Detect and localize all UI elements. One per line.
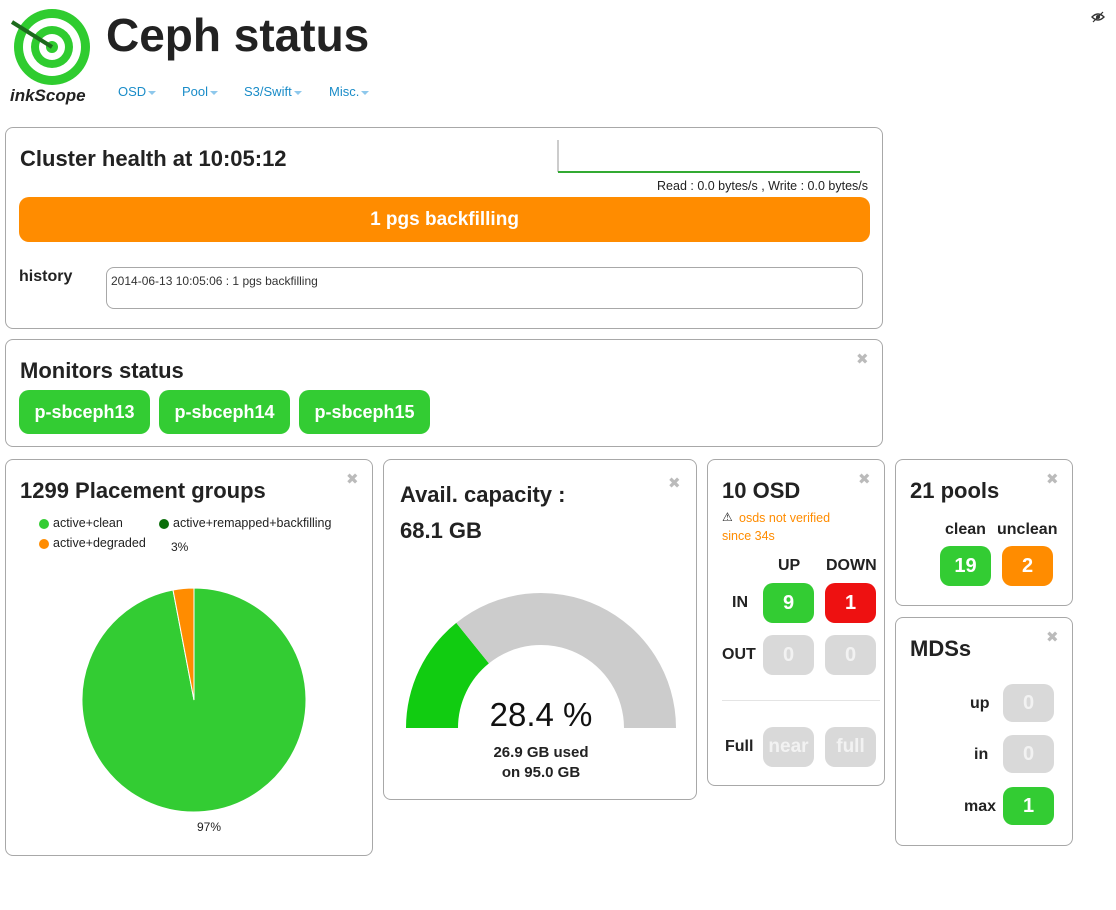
osd-near-value: near <box>768 736 809 757</box>
history-label: history <box>19 268 73 285</box>
capacity-total: on 95.0 GB <box>501 764 581 781</box>
pools-panel: ✖ 21 pools clean unclean 19 2 <box>895 459 1073 606</box>
osd-in-down-value: 1 <box>844 592 857 614</box>
io-sparkline <box>557 140 860 173</box>
health-status-bar: 1 pgs backfilling <box>19 197 870 242</box>
monitor-name: p-sbceph14 <box>174 402 275 422</box>
osd-row-full: Full <box>725 738 754 755</box>
legend-label-clean: active+clean <box>53 516 123 530</box>
chevron-down-icon <box>210 90 219 95</box>
legend-swatch-clean <box>39 519 49 529</box>
history-box[interactable]: 2014-06-13 10:05:06 : 1 pgs backfilling <box>106 267 863 309</box>
capacity-panel: ✖ Avail. capacity : 68.1 GB 28.4 % 26.9 … <box>383 459 697 800</box>
divider <box>722 700 880 701</box>
osd-in-up-value: 9 <box>782 592 795 614</box>
nav-s3-label: S3/Swift <box>244 84 292 99</box>
osd-col-up: UP <box>778 557 801 574</box>
osd-in-down[interactable]: 1 <box>825 583 876 623</box>
legend-swatch-backfilling <box>159 519 169 529</box>
osd-warning-since: since 34s <box>722 529 775 543</box>
osd-full[interactable]: full <box>825 727 876 767</box>
nav-misc[interactable]: Misc. <box>329 84 370 99</box>
mds-max-count[interactable]: 1 <box>1003 787 1054 825</box>
mds-up-label: up <box>970 695 990 712</box>
cluster-health-title: Cluster health at 10:05:12 <box>20 146 287 171</box>
nav-s3-swift[interactable]: S3/Swift <box>244 84 302 99</box>
osd-title: 10 OSD <box>722 478 801 503</box>
nav-pool[interactable]: Pool <box>182 84 219 99</box>
history-entry: 2014-06-13 10:05:06 : 1 pgs backfilling <box>111 274 318 288</box>
nav-osd-label: OSD <box>118 84 147 99</box>
pools-clean-label: clean <box>945 521 986 538</box>
capacity-percent: 28.4 % <box>489 696 593 733</box>
osd-col-down: DOWN <box>826 557 877 574</box>
close-icon[interactable]: ✖ <box>346 470 359 488</box>
pools-title: 21 pools <box>910 478 1000 503</box>
close-icon[interactable]: ✖ <box>1046 470 1059 488</box>
osd-out-down[interactable]: 0 <box>825 635 876 675</box>
osd-out-up-value: 0 <box>782 644 795 666</box>
capacity-available: 68.1 GB <box>400 518 482 543</box>
nav-pool-label: Pool <box>182 84 209 99</box>
osd-full-value: full <box>836 736 865 757</box>
warning-icon: ⚠ <box>722 510 733 524</box>
placement-groups-panel: ✖ 1299 Placement groups active+clean act… <box>5 459 373 856</box>
osd-warning: osds not verified <box>739 511 831 525</box>
monitor-name: p-sbceph13 <box>34 402 135 422</box>
mds-up-value: 0 <box>1022 692 1035 714</box>
osd-panel: ✖ 10 OSD ⚠ osds not verified since 34s U… <box>707 459 885 786</box>
close-icon[interactable]: ✖ <box>668 474 681 492</box>
pie-label-small: 3% <box>171 540 189 554</box>
pools-unclean-value: 2 <box>1021 555 1034 577</box>
capacity-title: Avail. capacity : <box>400 482 566 507</box>
logo[interactable]: inkScope <box>8 4 96 108</box>
mds-up-count[interactable]: 0 <box>1003 684 1054 722</box>
mds-in-label: in <box>974 746 989 763</box>
mds-max-value: 1 <box>1022 795 1035 817</box>
mds-panel: ✖ MDSs up 0 in 0 max 1 <box>895 617 1073 846</box>
chevron-down-icon <box>148 90 157 95</box>
mds-max-label: max <box>964 798 997 815</box>
pools-clean-count[interactable]: 19 <box>940 546 991 586</box>
pgs-title: 1299 Placement groups <box>20 478 266 503</box>
logo-target-icon <box>10 9 90 85</box>
mds-in-value: 0 <box>1022 743 1035 765</box>
close-icon[interactable]: ✖ <box>858 470 871 488</box>
eye-icon[interactable] <box>1091 10 1105 28</box>
logo-text: inkScope <box>10 86 86 105</box>
monitor-badge[interactable]: p-sbceph13 <box>19 390 150 434</box>
osd-near-full[interactable]: near <box>763 727 814 767</box>
nav-misc-label: Misc. <box>329 84 360 99</box>
pgs-pie-chart <box>81 587 307 813</box>
close-icon[interactable]: ✖ <box>1046 628 1059 646</box>
health-status-text: 1 pgs backfilling <box>370 209 519 230</box>
io-rate-text: Read : 0.0 bytes/s , Write : 0.0 bytes/s <box>657 179 868 193</box>
chevron-down-icon <box>293 90 302 95</box>
mds-in-count[interactable]: 0 <box>1003 735 1054 773</box>
page-title: Ceph status <box>106 9 370 61</box>
monitor-badge[interactable]: p-sbceph14 <box>159 390 290 434</box>
legend-swatch-degraded <box>39 539 49 549</box>
mds-title: MDSs <box>910 636 972 661</box>
nav-osd[interactable]: OSD <box>118 84 157 99</box>
monitor-name: p-sbceph15 <box>314 402 415 422</box>
osd-row-out: OUT <box>722 646 756 663</box>
pools-unclean-label: unclean <box>997 521 1058 538</box>
monitors-title: Monitors status <box>20 358 184 383</box>
cluster-health-panel: Cluster health at 10:05:12 Read : 0.0 by… <box>5 127 883 329</box>
osd-out-up[interactable]: 0 <box>763 635 814 675</box>
chevron-down-icon <box>361 90 370 95</box>
legend-label-degraded: active+degraded <box>53 536 146 550</box>
close-icon[interactable]: ✖ <box>856 350 869 368</box>
pie-label-large: 97% <box>197 820 222 834</box>
pools-unclean-count[interactable]: 2 <box>1002 546 1053 586</box>
monitor-badge[interactable]: p-sbceph15 <box>299 390 430 434</box>
legend-label-backfilling: active+remapped+backfilling <box>173 516 332 530</box>
capacity-used: 26.9 GB used <box>493 744 589 761</box>
monitors-panel: ✖ Monitors status p-sbceph13 p-sbceph14 … <box>5 339 883 447</box>
osd-out-down-value: 0 <box>844 644 857 666</box>
osd-row-in: IN <box>732 594 748 611</box>
osd-in-up[interactable]: 9 <box>763 583 814 623</box>
pools-clean-value: 19 <box>954 555 977 577</box>
